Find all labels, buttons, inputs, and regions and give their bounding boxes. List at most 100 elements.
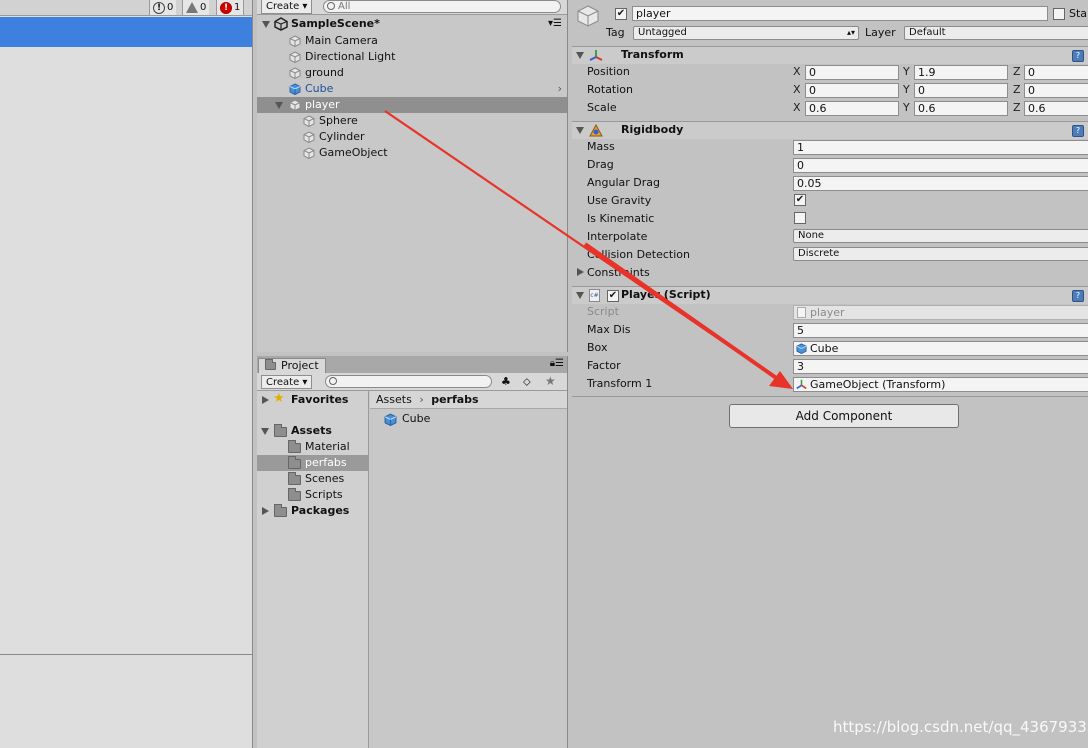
dropdown-arrow-icon: ▴▾ [846,28,855,37]
info-counter[interactable]: ! 0 [149,0,177,15]
folder-assets[interactable]: Assets [257,423,369,439]
hierarchy-item-prefab[interactable]: Cube › [257,81,567,97]
scale-x-input[interactable]: 0.6 [805,101,899,116]
hierarchy-search-input[interactable]: All [323,0,561,13]
folder-icon [288,488,301,501]
axis-x-label[interactable]: X [793,81,801,98]
static-label: Sta [1069,7,1088,20]
folder-favorites[interactable]: ★ Favorites [257,391,369,408]
folder-item[interactable]: Scripts [257,487,369,503]
expand-arrow-icon[interactable] [262,21,270,28]
error-counter[interactable]: ! 1 [216,0,245,15]
project-tabbar: Project 🔒︎☰ [257,356,567,373]
active-checkbox[interactable]: ✔ [615,8,627,20]
scale-z-input[interactable]: 0.6 [1024,101,1088,116]
expand-arrow-icon[interactable] [262,507,269,515]
static-checkbox[interactable] [1053,8,1065,20]
unity-scene-icon [274,17,288,31]
hierarchy-item[interactable]: Cylinder [257,129,567,145]
asset-label: Cube [402,412,431,425]
hierarchy-item[interactable]: Main Camera [257,33,567,49]
constraints-foldout[interactable]: Constraints [587,264,650,281]
use-gravity-checkbox[interactable]: ✔ [794,194,806,206]
box-object-field[interactable]: Cube [793,341,1088,356]
max-dis-input[interactable]: 5 [793,323,1088,338]
axis-y-label[interactable]: Y [903,63,910,80]
object-name-input[interactable]: player [632,6,1048,21]
gameobject-icon [289,67,301,79]
add-component-button[interactable]: Add Component [729,404,959,428]
transform-axes-icon [796,379,807,390]
create-label: Create [266,377,300,388]
label-tag-icon[interactable]: ⬦ [523,375,531,389]
scale-y-input[interactable]: 0.6 [914,101,1008,116]
hierarchy-item-label: Directional Light [305,50,396,63]
hierarchy-item[interactable]: Sphere [257,113,567,129]
hierarchy-item-label: Cube [305,82,334,95]
warning-counter[interactable]: 0 [182,0,210,15]
expand-arrow-icon[interactable] [275,102,283,109]
error-icon: ! [220,1,232,14]
help-icon[interactable]: ? [1072,290,1084,302]
project-search-input[interactable] [325,375,492,388]
scene-menu-icon[interactable]: ▾☰ [548,16,562,32]
lock-menu-icon[interactable]: 🔒︎☰ [550,358,564,369]
position-z-input[interactable]: 0 [1024,65,1088,80]
breadcrumb-root[interactable]: Assets [376,393,412,406]
axis-y-label[interactable]: Y [903,99,910,116]
rotation-y-input[interactable]: 0 [914,83,1008,98]
rigidbody-header[interactable]: Rigidbody ? [572,121,1088,139]
hierarchy-item[interactable]: ground [257,65,567,81]
angular-drag-input[interactable]: 0.05 [793,176,1088,191]
axis-z-label[interactable]: Z [1013,81,1021,98]
mass-input[interactable]: 1 [793,140,1088,155]
axis-x-label[interactable]: X [793,99,801,116]
help-icon[interactable]: ? [1072,125,1084,137]
folder-item-selected[interactable]: perfabs [257,455,369,471]
folder-item[interactable]: Material [257,439,369,455]
expand-arrow-icon[interactable] [577,268,584,276]
factor-input[interactable]: 3 [793,359,1088,374]
expand-arrow-icon[interactable] [261,428,269,435]
rotation-z-input[interactable]: 0 [1024,83,1088,98]
hierarchy-item-selected[interactable]: player [257,97,567,113]
position-label: Position [587,65,630,78]
hierarchy-item[interactable]: GameObject [257,145,567,161]
project-create-button[interactable]: Create ▾ [261,375,313,389]
layer-dropdown[interactable]: Default [904,26,1088,40]
script-enabled-checkbox[interactable]: ✔ [607,290,619,302]
position-y-input[interactable]: 1.9 [914,65,1008,80]
search-icon [327,2,335,10]
transform1-object-field[interactable]: GameObject (Transform) [793,377,1088,392]
expand-arrow-icon[interactable] [576,127,584,134]
help-icon[interactable]: ? [1072,50,1084,62]
axis-x-label[interactable]: X [793,63,801,80]
hierarchy-item[interactable]: Directional Light [257,49,567,65]
axis-z-label[interactable]: Z [1013,99,1021,116]
collision-detection-dropdown[interactable]: Discrete [793,247,1088,261]
expand-arrow-icon[interactable] [576,52,584,59]
expand-arrow-icon[interactable] [576,292,584,299]
breadcrumb-current[interactable]: perfabs [431,393,478,406]
drag-input[interactable]: 0 [793,158,1088,173]
tab-project[interactable]: Project [258,358,326,373]
console-selected-row[interactable] [0,17,252,47]
expand-arrow-icon[interactable] [262,396,269,404]
chevron-right-icon[interactable]: › [558,81,562,97]
player-script-header[interactable]: c# ✔ Player (Script) ? [572,286,1088,304]
filter-type-icon[interactable]: ♣ [501,375,511,388]
is-kinematic-checkbox[interactable] [794,212,806,224]
folder-label: Packages [291,504,350,517]
hierarchy-create-button[interactable]: Create ▾ [261,0,313,14]
scene-row[interactable]: SampleScene* ▾☰ [257,16,567,32]
interpolate-dropdown[interactable]: None [793,229,1088,243]
folder-packages[interactable]: Packages [257,503,369,519]
transform-header[interactable]: Transform ? [572,46,1088,64]
rotation-x-input[interactable]: 0 [805,83,899,98]
axis-z-label[interactable]: Z [1013,63,1021,80]
folder-item[interactable]: Scenes [257,471,369,487]
position-x-input[interactable]: 0 [805,65,899,80]
tag-dropdown[interactable]: Untagged ▴▾ [633,26,859,40]
axis-y-label[interactable]: Y [903,81,910,98]
favorite-star-icon[interactable]: ★ [545,374,556,388]
